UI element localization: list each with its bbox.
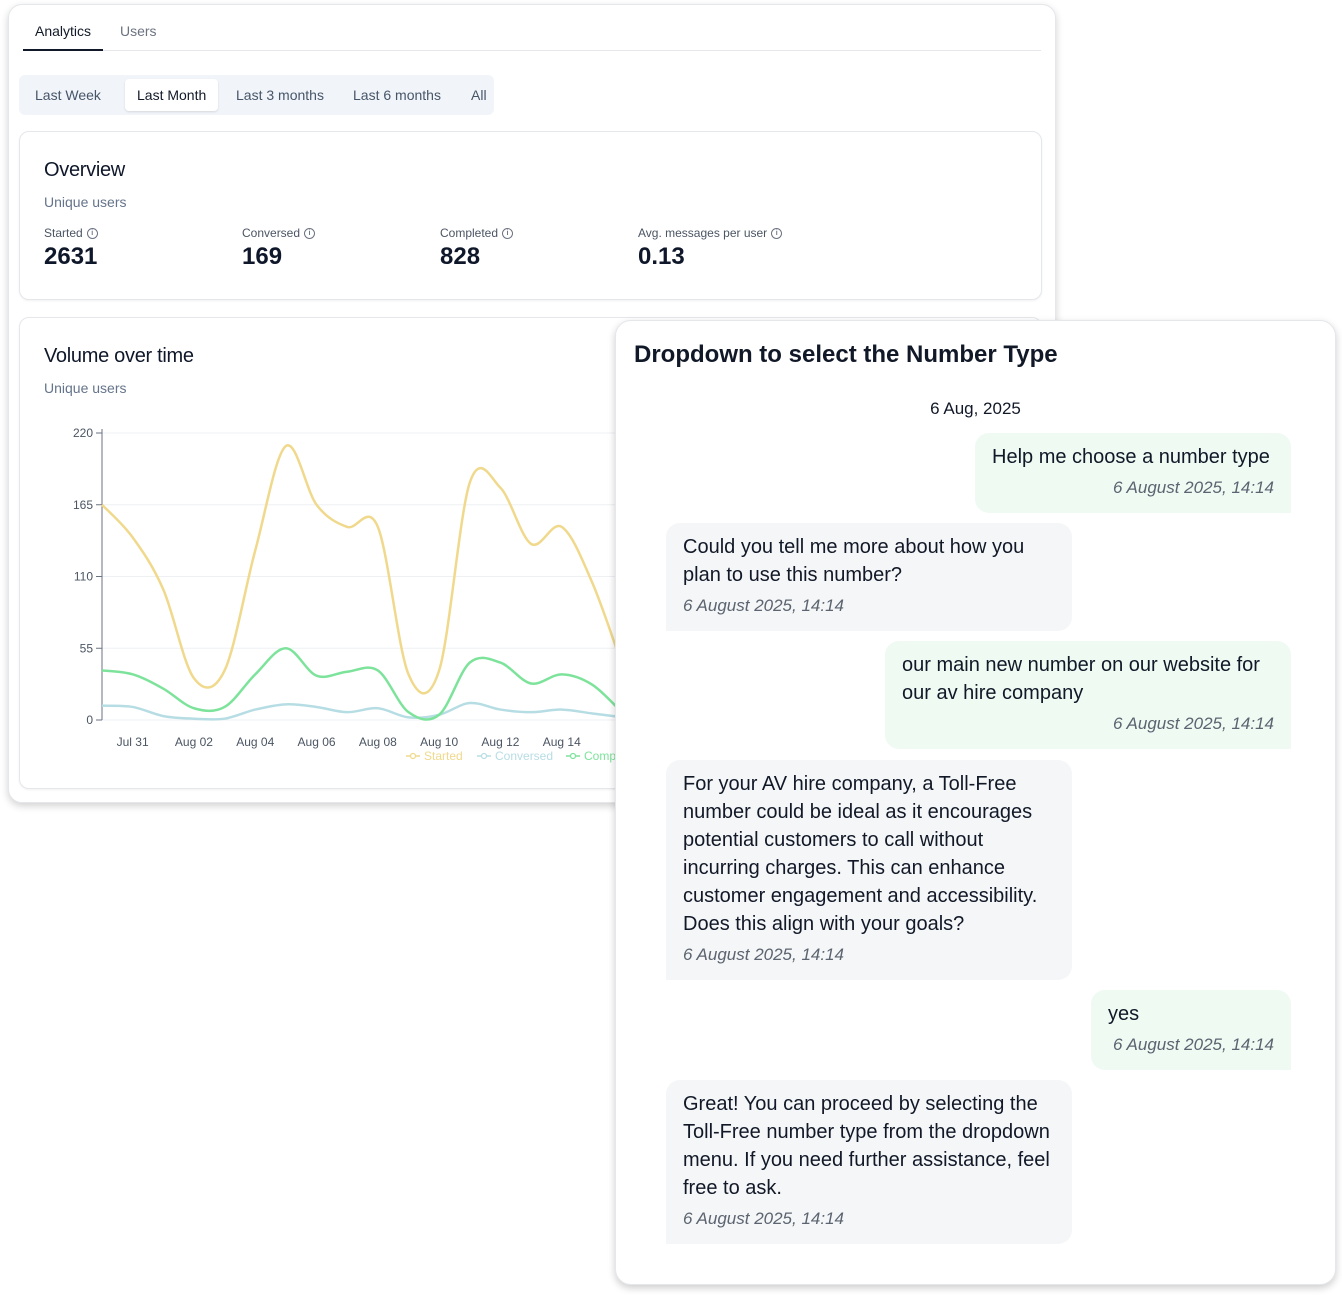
- message-text: Help me choose a number type: [992, 446, 1270, 468]
- overview-title: Overview: [44, 159, 125, 181]
- tab-analytics[interactable]: Analytics: [23, 23, 104, 51]
- x-tick-label: Aug 04: [236, 735, 274, 749]
- info-icon[interactable]: i: [771, 227, 783, 239]
- message-text: yes: [1108, 1003, 1140, 1025]
- y-tick-label: 220: [73, 426, 93, 440]
- user-message: our main new number on our website for o…: [885, 641, 1291, 749]
- bot-message: For your AV hire company, a Toll-Free nu…: [666, 760, 1072, 980]
- info-icon[interactable]: i: [304, 227, 316, 239]
- range-last-3-months[interactable]: Last 3 months: [224, 79, 336, 111]
- x-tick-label: Aug 12: [481, 735, 519, 749]
- legend-label: Comp: [584, 749, 616, 763]
- message-text: our main new number on our website for o…: [902, 654, 1260, 704]
- tab-users[interactable]: Users: [120, 23, 157, 49]
- message-timestamp: 6 August 2025, 14:14: [683, 596, 845, 615]
- stat-label: Completed: [440, 226, 499, 240]
- message-timestamp: 6 August 2025, 14:14: [1112, 1035, 1274, 1054]
- legend-label: Started: [424, 749, 463, 763]
- stat-label: Started: [44, 226, 83, 240]
- stat-value: 2631: [44, 243, 98, 270]
- legend-marker-dot: [409, 752, 417, 760]
- stat-value: 0.13: [638, 243, 685, 270]
- message-timestamp: 6 August 2025, 14:14: [683, 945, 845, 964]
- chat-title: Dropdown to select the Number Type: [634, 341, 1058, 368]
- legend-marker-dot: [569, 752, 577, 760]
- message-text: For your AV hire company, a Toll-Free nu…: [683, 773, 1038, 935]
- range-all[interactable]: All: [459, 79, 499, 111]
- message-timestamp: 6 August 2025, 14:14: [1112, 478, 1274, 497]
- x-tick-label: Aug 02: [175, 735, 213, 749]
- user-message: Help me choose a number type 6 August 20…: [975, 433, 1291, 513]
- range-last-6-months[interactable]: Last 6 months: [341, 79, 453, 111]
- stat-label: Avg. messages per user: [638, 226, 768, 240]
- x-tick-label: Aug 08: [359, 735, 397, 749]
- y-tick-label: 165: [73, 498, 93, 512]
- user-message: yes 6 August 2025, 14:14: [1091, 990, 1291, 1070]
- date-range-selector: Last Week Last Month Last 3 months Last …: [19, 75, 494, 115]
- range-last-month[interactable]: Last Month: [125, 79, 219, 111]
- y-tick-label: 55: [80, 641, 94, 655]
- info-icon[interactable]: i: [86, 227, 98, 239]
- overview-card: Overview Unique users Started i 2631 Conv…: [19, 131, 1042, 300]
- x-tick-label: Aug 10: [420, 735, 458, 749]
- x-tick-label: Aug 06: [298, 735, 336, 749]
- y-tick-label: 0: [86, 713, 93, 727]
- overview-subtitle: Unique users: [44, 194, 127, 210]
- stat-conversed: Conversed i 169: [242, 226, 432, 271]
- message-timestamp: 6 August 2025, 14:14: [683, 1209, 845, 1228]
- stat-avg-messages: Avg. messages per user i 0.13: [638, 226, 878, 271]
- message-text: Could you tell me more about how you pla…: [683, 536, 1025, 586]
- series-line-started: [101, 444, 625, 695]
- chat-window: Dropdown to select the Number Type 6 Aug…: [615, 320, 1336, 1285]
- stat-completed: Completed i 828: [440, 226, 630, 271]
- chat-date-separator: 6 Aug, 2025: [930, 399, 1021, 418]
- legend-label: Conversed: [495, 749, 553, 763]
- stat-value: 169: [242, 243, 283, 270]
- message-text: Great! You can proceed by selecting the …: [683, 1093, 1050, 1199]
- y-tick-label: 110: [74, 570, 93, 584]
- stat-started: Started i 2631: [44, 226, 234, 271]
- series-line-conversed: [101, 701, 624, 721]
- bot-message: Great! You can proceed by selecting the …: [666, 1080, 1072, 1244]
- bot-message: Could you tell me more about how you pla…: [666, 523, 1072, 631]
- range-last-week[interactable]: Last Week: [23, 79, 113, 111]
- x-tick-label: Aug 14: [543, 735, 581, 749]
- x-tick-label: Jul 31: [117, 735, 149, 749]
- info-icon[interactable]: i: [502, 227, 514, 239]
- tab-bar: Analytics Users: [23, 5, 1041, 51]
- legend-marker-dot: [480, 752, 488, 760]
- stat-value: 828: [440, 243, 481, 270]
- stat-label: Conversed: [242, 226, 301, 240]
- message-timestamp: 6 August 2025, 14:14: [1112, 714, 1274, 733]
